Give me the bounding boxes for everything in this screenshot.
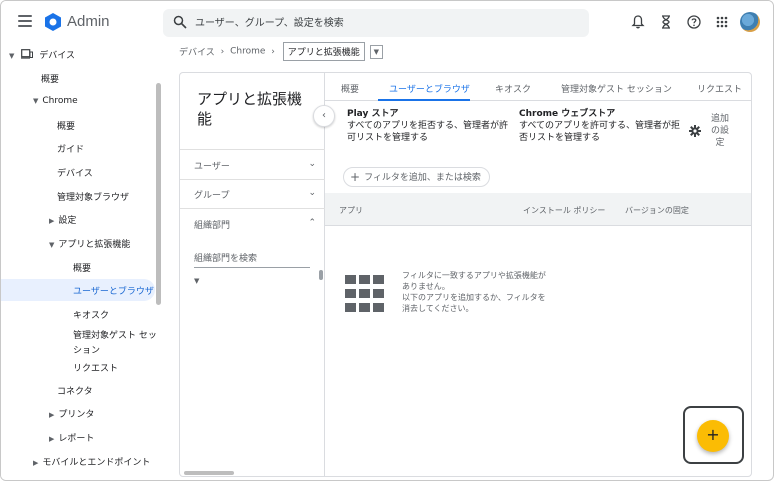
caret-right-icon: ▶	[33, 459, 39, 467]
tab-managed-guest[interactable]: 管理対象ゲスト セッション	[561, 82, 672, 95]
chevron-up-icon: ⌃	[308, 218, 316, 228]
nav-mobile-endpoints[interactable]: ▶ モバイルとエンドポイント	[33, 455, 150, 468]
caret-down-icon: ▼	[9, 52, 15, 60]
nav-connectors[interactable]: コネクタ	[57, 384, 93, 397]
gear-icon[interactable]	[689, 125, 701, 137]
caret-right-icon: ▶	[49, 435, 55, 443]
admin-window: Admin ユーザー、グループ、設定を検索 ▼ デバイス 概要 ▼ Chrome…	[0, 0, 774, 481]
breadcrumb-separator: ›	[220, 46, 225, 57]
search-icon	[173, 15, 187, 29]
nav-chrome[interactable]: ▼ Chrome	[33, 96, 78, 106]
column-version-pin[interactable]: バージョンの固定	[625, 205, 689, 216]
nav-users-browsers[interactable]: ユーザーとブラウザ	[1, 279, 155, 301]
nav-apps-overview[interactable]: 概要	[73, 261, 91, 274]
top-bar: Admin	[1, 1, 773, 43]
search-input[interactable]	[195, 12, 575, 34]
nav-managed-browsers[interactable]: 管理対象ブラウザ	[57, 190, 129, 203]
breadcrumb-chrome[interactable]: Chrome	[230, 47, 265, 57]
caret-down-icon: ▼	[49, 241, 55, 249]
users-filter[interactable]: ユーザー ⌄	[194, 159, 316, 172]
nav-managed-guest[interactable]: 管理対象ゲスト セッ ション	[73, 328, 157, 356]
nav-printers[interactable]: ▶ プリンタ	[49, 407, 94, 420]
breadcrumb-current: アプリと拡張機能	[282, 42, 365, 61]
caret-right-icon: ▶	[49, 411, 55, 419]
nav-requests[interactable]: リクエスト	[73, 361, 118, 374]
org-scrollbar[interactable]	[319, 270, 323, 280]
nav-overview[interactable]: 概要	[41, 72, 59, 85]
nav-kiosk[interactable]: キオスク	[73, 308, 109, 321]
add-app-button[interactable]: +	[697, 420, 729, 452]
filter-chip[interactable]: + フィルタを追加、または検索	[343, 167, 490, 187]
divider	[180, 179, 325, 180]
brand-name: Admin	[67, 13, 110, 30]
nav-settings[interactable]: ▶ 設定	[49, 213, 76, 226]
additional-settings-button[interactable]: 追加の設定	[707, 113, 733, 149]
nav-chrome-devices[interactable]: デバイス	[57, 166, 93, 179]
divider	[180, 149, 325, 150]
column-install-policy[interactable]: インストール ポリシー	[523, 205, 605, 216]
org-search-input[interactable]: 組織部門を検索	[194, 251, 310, 268]
nav-reports[interactable]: ▶ レポート	[49, 431, 94, 444]
avatar[interactable]	[740, 12, 760, 32]
bell-icon[interactable]	[630, 14, 646, 30]
nav-chrome-overview[interactable]: 概要	[57, 119, 75, 132]
help-icon[interactable]	[686, 14, 702, 30]
groups-filter[interactable]: グループ ⌄	[194, 188, 316, 201]
left-nav: ▼ デバイス 概要 ▼ Chrome 概要 ガイド デバイス 管理対象ブラウザ ▶…	[1, 43, 163, 480]
active-tab-indicator	[378, 99, 470, 101]
web-store-setting[interactable]: Chrome ウェブストア すべてのアプリを許可する、管理者が拒否リストを管理す…	[519, 108, 685, 144]
google-admin-logo	[45, 13, 61, 31]
search-bar[interactable]	[163, 9, 589, 37]
nav-apps-extensions[interactable]: ▼ アプリと拡張機能	[49, 237, 130, 250]
breadcrumb: デバイス › Chrome › アプリと拡張機能 ▼	[179, 42, 384, 61]
nav-devices[interactable]: ▼ デバイス	[9, 48, 75, 61]
tab-bar: 概要 ユーザーとブラウザ キオスク 管理対象ゲスト セッション リクエスト	[325, 73, 751, 101]
org-tree-caret-icon[interactable]: ▼	[194, 277, 199, 285]
caret-right-icon: ▶	[49, 217, 55, 225]
column-app[interactable]: アプリ	[339, 205, 363, 216]
tab-users-browsers[interactable]: ユーザーとブラウザ	[389, 82, 470, 95]
chevron-down-icon: ⌄	[308, 159, 316, 169]
apps-grid-icon	[345, 275, 385, 315]
hamburger-icon[interactable]	[18, 15, 32, 27]
org-units-filter[interactable]: 組織部門 ⌃	[194, 218, 316, 231]
table-header: アプリ インストール ポリシー バージョンの固定	[325, 193, 751, 226]
breadcrumb-devices[interactable]: デバイス	[179, 48, 215, 58]
page-title: アプリと拡張機能	[197, 90, 303, 128]
chevron-down-icon: ⌄	[308, 188, 316, 198]
caret-down-icon: ▼	[33, 97, 39, 105]
hourglass-icon[interactable]	[658, 14, 674, 30]
horizontal-scrollbar[interactable]	[184, 471, 234, 475]
play-store-setting[interactable]: Play ストア すべてのアプリを拒否する、管理者が許可リストを管理する	[347, 108, 513, 144]
apps-grid-icon[interactable]	[714, 14, 730, 30]
tab-requests[interactable]: リクエスト	[697, 82, 742, 95]
tab-kiosk[interactable]: キオスク	[495, 82, 531, 95]
breadcrumb-dropdown-icon[interactable]: ▼	[369, 44, 384, 59]
nav-scrollbar[interactable]	[156, 83, 161, 305]
org-panel: アプリと拡張機能 ユーザー ⌄ グループ ⌄ 組織部門 ⌃ 組織部門を検索 ▼	[180, 73, 325, 476]
plus-icon: +	[350, 170, 361, 184]
breadcrumb-separator: ›	[271, 46, 275, 57]
devices-icon	[21, 49, 34, 59]
nav-guide[interactable]: ガイド	[57, 142, 84, 155]
empty-state-message: フィルタに一致するアプリや拡張機能がありません。 以下のアプリを追加するか、フィ…	[402, 271, 546, 313]
collapse-panel-button[interactable]: ‹	[313, 105, 335, 127]
main-card: アプリと拡張機能 ユーザー ⌄ グループ ⌄ 組織部門 ⌃ 組織部門を検索 ▼ …	[179, 72, 752, 477]
divider	[180, 208, 325, 209]
tab-overview[interactable]: 概要	[341, 82, 359, 95]
